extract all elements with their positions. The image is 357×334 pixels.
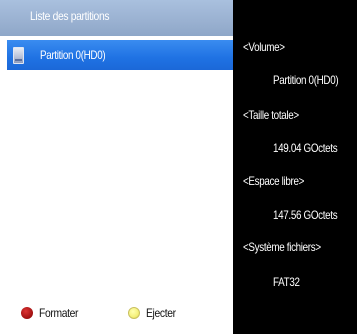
yellow-button-icon xyxy=(128,307,140,319)
partition-info-panel: <Volume> Partition 0(HD0) <Taille totale… xyxy=(233,0,357,334)
red-button-icon xyxy=(21,307,33,319)
format-label: Formater xyxy=(39,306,79,320)
eject-button[interactable]: Ejecter xyxy=(128,305,181,321)
partition-list-panel: Liste des partitions Partition 0(HD0) Fo… xyxy=(0,0,233,334)
total-size-value: 149.04 GOctets xyxy=(273,141,338,155)
free-space-value: 147.56 GOctets xyxy=(273,208,338,222)
partition-list-item[interactable]: Partition 0(HD0) xyxy=(7,40,233,70)
filesystem-value: FAT32 xyxy=(273,275,300,289)
hard-drive-icon xyxy=(13,47,24,64)
eject-label: Ejecter xyxy=(146,306,176,320)
total-size-key: <Taille totale> xyxy=(243,108,299,122)
free-space-key: <Espace libre> xyxy=(243,174,305,188)
partition-item-label: Partition 0(HD0) xyxy=(40,48,106,62)
filesystem-key: <Système fichiers> xyxy=(243,240,321,254)
format-button[interactable]: Formater xyxy=(21,305,84,321)
partition-list-header: Liste des partitions xyxy=(0,0,233,36)
volume-value: Partition 0(HD0) xyxy=(273,73,339,87)
volume-key: <Volume> xyxy=(243,40,285,54)
partition-list-title: Liste des partitions xyxy=(30,9,110,23)
